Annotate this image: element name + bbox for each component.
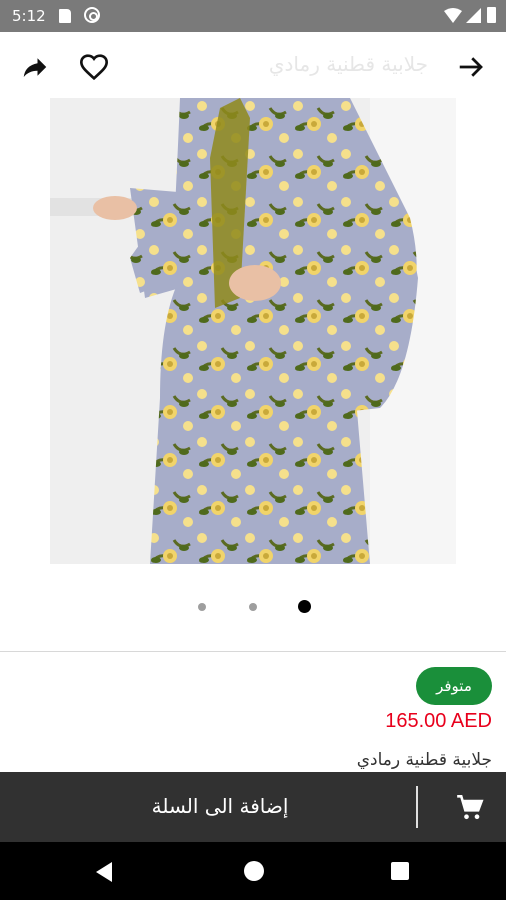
signal-icon — [466, 8, 481, 23]
product-name: جلابية قطنية رمادي — [356, 750, 492, 770]
status-bar: 5:12 — [0, 0, 506, 32]
add-to-cart-label: إضافة الى السلة — [151, 794, 289, 818]
product-price: 165.00 AED — [385, 710, 492, 732]
carousel-indicator — [0, 598, 506, 616]
app-bar: جلابية قطنية رمادي — [0, 32, 506, 100]
battery-icon — [487, 7, 496, 23]
nav-recents-icon[interactable] — [391, 862, 409, 880]
divider — [0, 651, 506, 652]
nav-back-icon[interactable] — [96, 862, 112, 882]
wifi-icon — [444, 8, 462, 23]
add-to-cart-button[interactable]: إضافة الى السلة — [0, 772, 506, 842]
page-title: جلابية قطنية رمادي — [268, 52, 428, 76]
carousel-dot[interactable] — [249, 603, 257, 611]
status-time: 5:12 — [12, 7, 46, 25]
heart-outline-icon[interactable] — [78, 51, 110, 83]
nav-home-icon[interactable] — [244, 861, 264, 881]
share-icon[interactable] — [20, 52, 50, 82]
cart-divider — [416, 786, 418, 828]
product-photo — [50, 98, 456, 564]
product-image-carousel[interactable] — [50, 98, 456, 564]
shopping-cart-icon — [457, 795, 484, 820]
availability-badge: متوفر — [416, 667, 492, 705]
carousel-dot-active[interactable] — [298, 600, 311, 613]
at-sign-icon — [84, 7, 100, 23]
system-nav-bar — [0, 842, 506, 900]
carousel-dot[interactable] — [198, 603, 206, 611]
sd-card-icon — [59, 9, 71, 23]
arrow-right-icon[interactable] — [456, 52, 486, 82]
